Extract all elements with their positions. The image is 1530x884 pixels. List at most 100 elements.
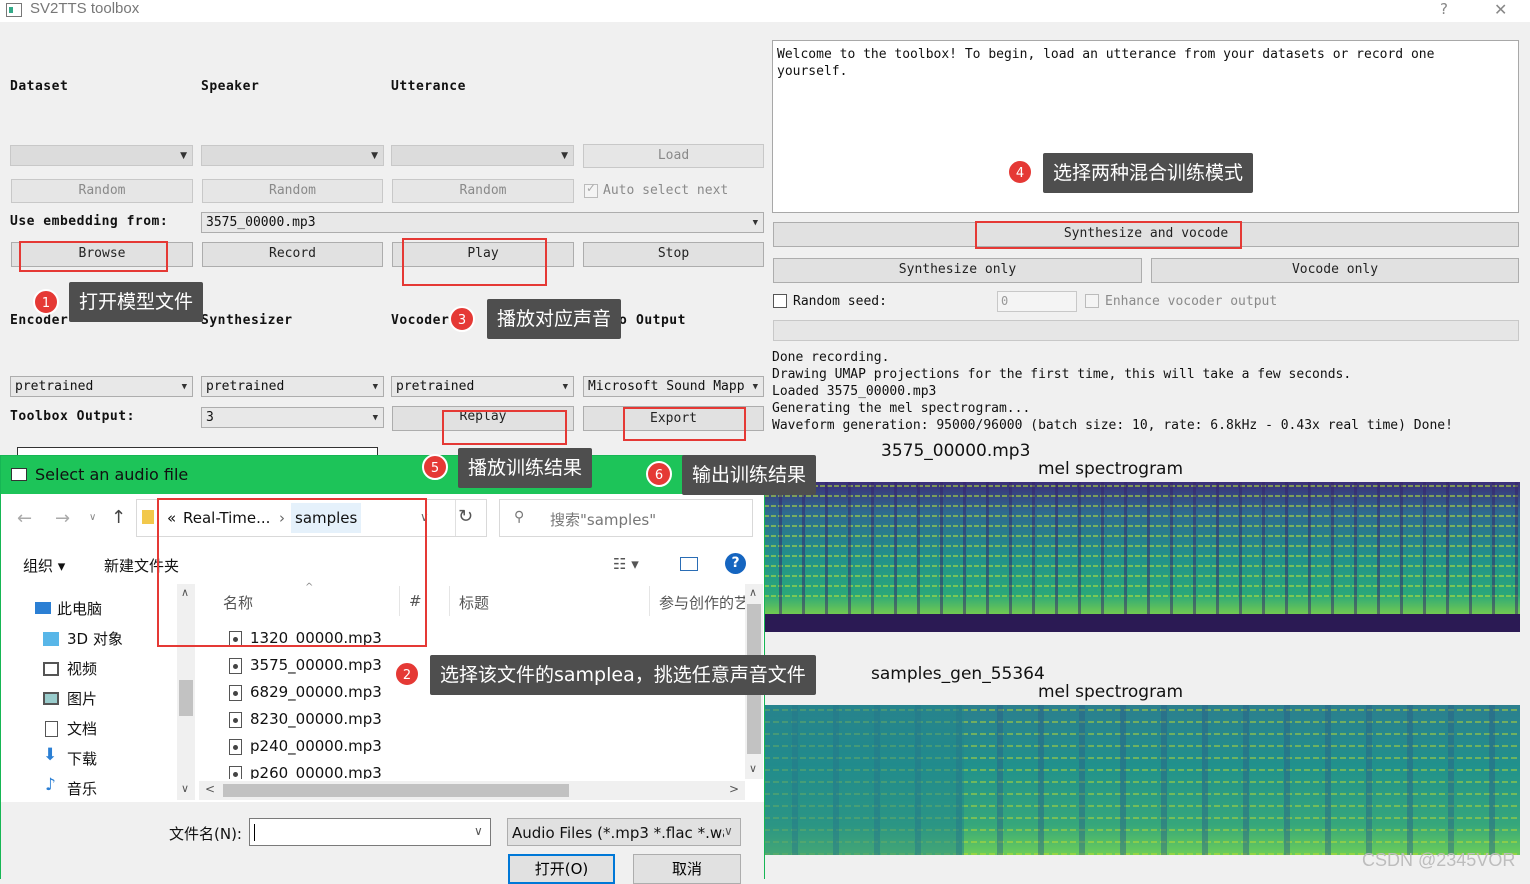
filename-dropdown-icon[interactable]: ∨ [474, 824, 483, 838]
list-scroll-up-icon[interactable]: ∧ [749, 586, 757, 599]
file-name: p260_00000.mp3 [250, 764, 382, 779]
random-seed-checkbox[interactable] [773, 294, 787, 308]
list-hscroll-thumb[interactable] [223, 784, 569, 797]
highlight-export [623, 407, 746, 441]
search-icon: ⚲ [514, 509, 525, 525]
annotation-badge-3: 3 [449, 306, 475, 332]
log-line: Generating the mel spectrogram... [772, 401, 1031, 416]
annotation-label-2: 选择该文件的samplea，挑选任意声音文件 [430, 655, 816, 695]
downloads-icon: ⬇ [43, 745, 58, 765]
stop-button[interactable]: Stop [583, 242, 764, 267]
file-name: 6829_00000.mp3 [250, 683, 382, 701]
enhance-vocoder-label: Enhance vocoder output [1105, 294, 1278, 309]
nav-item-pictures[interactable]: 图片 [67, 688, 97, 709]
nav-item-downloads[interactable]: 下载 [67, 748, 97, 769]
file-name: 3575_00000.mp3 [250, 656, 382, 674]
documents-icon [45, 721, 58, 737]
help-icon[interactable]: ? [1440, 0, 1448, 18]
column-divider[interactable] [649, 586, 650, 616]
speaker-random-button[interactable]: Random [202, 179, 383, 203]
forward-arrow-icon[interactable]: → [55, 508, 70, 529]
nav-item-videos[interactable]: 视频 [67, 658, 97, 679]
synthesize-only-button[interactable]: Synthesize only [773, 258, 1142, 283]
use-embedding-label: Use embedding from: [10, 214, 169, 229]
progress-bar [773, 320, 1519, 341]
audio-file-icon [229, 658, 242, 674]
organize-menu[interactable]: 组织 ▾ [23, 555, 65, 576]
up-arrow-icon[interactable]: ↑ [111, 507, 126, 528]
annotation-label-6: 输出训练结果 [682, 455, 817, 495]
vocoder-combo[interactable]: pretrained ▼ [391, 376, 574, 397]
filename-label: 文件名(N): [169, 825, 242, 843]
open-button[interactable]: 打开(O) [508, 854, 615, 884]
refresh-icon[interactable]: ↻ [458, 506, 473, 527]
annotation-label-3: 播放对应声音 [487, 299, 622, 339]
dataset-combo[interactable]: ▼ [10, 145, 193, 166]
annotation-badge-5: 5 [422, 454, 448, 480]
encoder-combo[interactable]: pretrained ▼ [10, 376, 193, 397]
window-titlebar: SV2TTS toolbox ? ✕ [0, 0, 1530, 22]
search-box[interactable]: ⚲ 搜索"samples" [499, 499, 753, 537]
log-line: Waveform generation: 95000/96000 (batch … [772, 418, 1453, 433]
cancel-button[interactable]: 取消 [633, 854, 741, 884]
this-pc-icon [35, 602, 51, 614]
nav-scroll-down-icon[interactable]: ∨ [181, 782, 189, 795]
view-options-icon[interactable]: ☷ ▾ [613, 555, 639, 573]
record-button[interactable]: Record [202, 242, 383, 267]
file-name: p240_00000.mp3 [250, 737, 382, 755]
toolbox-output-combo[interactable]: 3 ▼ [201, 407, 384, 428]
random-seed-input[interactable]: 0 [997, 291, 1077, 312]
spectrogram-2-title: samples_gen_55364 [871, 664, 1045, 684]
nav-item-this-pc[interactable]: 此电脑 [57, 598, 102, 619]
preview-pane-icon[interactable] [680, 557, 698, 571]
search-placeholder: 搜索"samples" [550, 511, 657, 529]
spectrogram-1 [764, 482, 1520, 632]
column-artist[interactable]: 参与创作的艺 [659, 592, 745, 613]
enhance-vocoder-checkbox[interactable] [1085, 294, 1099, 308]
projection-panel-edge [17, 447, 378, 455]
speaker-combo[interactable]: ▼ [201, 145, 384, 166]
auto-select-checkbox[interactable]: ✓ [584, 181, 598, 198]
use-embedding-value: 3575_00000.mp3 [206, 215, 316, 230]
filetype-combo[interactable]: Audio Files (*.mp3 *.flac *.wa ∨ [507, 818, 741, 846]
synthesizer-combo[interactable]: pretrained ▼ [201, 376, 384, 397]
file-list-hscrollbar[interactable]: < > [199, 781, 745, 800]
utterance-random-button[interactable]: Random [392, 179, 574, 203]
pictures-icon [43, 692, 59, 705]
back-arrow-icon[interactable]: ← [17, 508, 32, 529]
speaker-header: Speaker [201, 79, 260, 94]
output-device-combo[interactable]: Microsoft Sound Mapp ▼ [583, 376, 764, 397]
use-embedding-combo[interactable]: 3575_00000.mp3 ▼ [201, 212, 764, 233]
highlight-synthesize-vocode [975, 221, 1242, 249]
audio-file-icon [229, 685, 242, 701]
toolbox-output-label: Toolbox Output: [10, 409, 135, 424]
column-title[interactable]: 标题 [459, 592, 489, 613]
nav-item-music[interactable]: 音乐 [67, 778, 97, 799]
annotation-badge-4: 4 [1007, 159, 1033, 185]
music-icon: ♪ [45, 775, 56, 795]
highlight-play [402, 238, 547, 286]
recent-dropdown-icon[interactable]: ∨ [89, 512, 96, 523]
column-divider[interactable] [449, 586, 450, 616]
address-divider [455, 500, 456, 536]
nav-item-documents[interactable]: 文档 [67, 718, 97, 739]
close-icon[interactable]: ✕ [1494, 0, 1507, 19]
nav-item-3d-objects[interactable]: 3D 对象 [67, 628, 123, 649]
filename-input[interactable]: ∨ [249, 818, 491, 846]
spectrogram-2-subtitle: mel spectrogram [1038, 682, 1184, 702]
filetype-dropdown-icon[interactable]: ∨ [724, 824, 733, 838]
list-scroll-right-icon[interactable]: > [729, 782, 739, 796]
text-cursor [254, 824, 255, 841]
utterance-combo[interactable]: ▼ [391, 145, 574, 166]
nav-scroll-thumb[interactable] [179, 680, 193, 716]
utterance-header: Utterance [391, 79, 466, 94]
output-device-value: Microsoft Sound Mapp [588, 379, 745, 394]
list-scroll-down-icon[interactable]: ∨ [749, 762, 757, 775]
watermark: CSDN @2345VOR [1362, 850, 1516, 870]
help-icon[interactable]: ? [725, 553, 746, 574]
spectrogram-2 [764, 705, 1520, 855]
dataset-random-button[interactable]: Random [11, 179, 193, 203]
list-scroll-left-icon[interactable]: < [205, 782, 215, 796]
vocode-only-button[interactable]: Vocode only [1151, 258, 1519, 283]
load-button[interactable]: Load [583, 144, 764, 168]
